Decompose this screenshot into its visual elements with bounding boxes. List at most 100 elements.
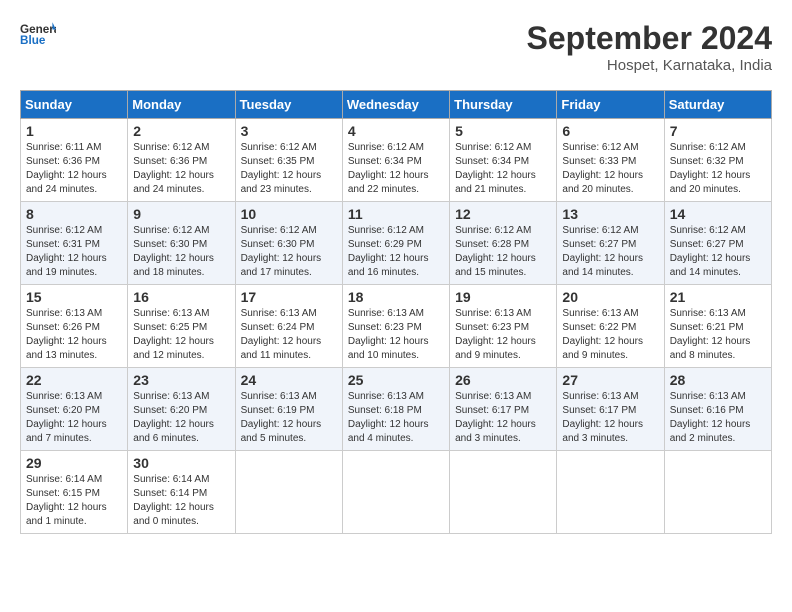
day-info: Sunrise: 6:12 AMSunset: 6:30 PMDaylight:…: [133, 224, 229, 280]
logo: General Blue: [20, 20, 56, 48]
title-block: September 2024 Hospet, Karnataka, India: [527, 20, 772, 74]
calendar-week-3: 15 Sunrise: 6:13 AMSunset: 6:26 PMDayligh…: [21, 285, 772, 368]
calendar-cell: 27 Sunrise: 6:13 AMSunset: 6:17 PMDayligh…: [557, 368, 664, 451]
day-info: Sunrise: 6:13 AMSunset: 6:17 PMDaylight:…: [562, 390, 658, 446]
day-info: Sunrise: 6:12 AMSunset: 6:35 PMDaylight:…: [241, 141, 337, 197]
calendar-cell: [235, 451, 342, 534]
day-info: Sunrise: 6:12 AMSunset: 6:27 PMDaylight:…: [670, 224, 766, 280]
day-info: Sunrise: 6:12 AMSunset: 6:28 PMDaylight:…: [455, 224, 551, 280]
day-number: 10: [241, 206, 337, 222]
col-header-friday: Friday: [557, 91, 664, 119]
col-header-monday: Monday: [128, 91, 235, 119]
col-header-sunday: Sunday: [21, 91, 128, 119]
day-number: 15: [26, 289, 122, 305]
calendar-cell: 26Sunrise: 6:13 AMSunset: 6:17 PMDayligh…: [450, 368, 557, 451]
col-header-thursday: Thursday: [450, 91, 557, 119]
day-info: Sunrise: 6:12 AMSunset: 6:34 PMDaylight:…: [348, 141, 444, 197]
calendar-cell: 11 Sunrise: 6:12 AMSunset: 6:29 PMDayligh…: [342, 202, 449, 285]
day-number: 19: [455, 289, 551, 305]
day-info: Sunrise: 6:11 AMSunset: 6:36 PMDaylight:…: [26, 141, 122, 197]
day-number: 2: [133, 123, 229, 139]
day-info: Sunrise: 6:13 AMSunset: 6:26 PMDaylight:…: [26, 307, 122, 363]
calendar-cell: 30 Sunrise: 6:14 AMSunset: 6:14 PMDayligh…: [128, 451, 235, 534]
calendar-cell: 3 Sunrise: 6:12 AMSunset: 6:35 PMDaylight…: [235, 119, 342, 202]
day-number: 7: [670, 123, 766, 139]
day-info: Sunrise: 6:13 AMSunset: 6:20 PMDaylight:…: [26, 390, 122, 446]
day-number: 11: [348, 206, 444, 222]
day-number: 30: [133, 455, 229, 471]
calendar-cell: [664, 451, 771, 534]
day-number: 18: [348, 289, 444, 305]
calendar-table: SundayMondayTuesdayWednesdayThursdayFrid…: [20, 90, 772, 534]
calendar-week-4: 22 Sunrise: 6:13 AMSunset: 6:20 PMDayligh…: [21, 368, 772, 451]
day-info: Sunrise: 6:13 AMSunset: 6:21 PMDaylight:…: [670, 307, 766, 363]
day-info: Sunrise: 6:12 AMSunset: 6:33 PMDaylight:…: [562, 141, 658, 197]
day-number: 9: [133, 206, 229, 222]
calendar-cell: 18 Sunrise: 6:13 AMSunset: 6:23 PMDayligh…: [342, 285, 449, 368]
calendar-cell: 29 Sunrise: 6:14 AMSunset: 6:15 PMDayligh…: [21, 451, 128, 534]
calendar-cell: [450, 451, 557, 534]
calendar-week-1: 1 Sunrise: 6:11 AMSunset: 6:36 PMDaylight…: [21, 119, 772, 202]
day-number: 3: [241, 123, 337, 139]
calendar-week-2: 8 Sunrise: 6:12 AMSunset: 6:31 PMDaylight…: [21, 202, 772, 285]
calendar-cell: [342, 451, 449, 534]
day-number: 13: [562, 206, 658, 222]
col-header-wednesday: Wednesday: [342, 91, 449, 119]
day-info: Sunrise: 6:13 AMSunset: 6:17 PMDaylight:…: [455, 390, 551, 446]
calendar-cell: 14 Sunrise: 6:12 AMSunset: 6:27 PMDayligh…: [664, 202, 771, 285]
day-info: Sunrise: 6:13 AMSunset: 6:22 PMDaylight:…: [562, 307, 658, 363]
calendar-cell: 15 Sunrise: 6:13 AMSunset: 6:26 PMDayligh…: [21, 285, 128, 368]
day-number: 8: [26, 206, 122, 222]
day-number: 20: [562, 289, 658, 305]
calendar-cell: 22 Sunrise: 6:13 AMSunset: 6:20 PMDayligh…: [21, 368, 128, 451]
day-info: Sunrise: 6:12 AMSunset: 6:29 PMDaylight:…: [348, 224, 444, 280]
month-title: September 2024: [527, 20, 772, 57]
day-number: 28: [670, 372, 766, 388]
calendar-cell: 20 Sunrise: 6:13 AMSunset: 6:22 PMDayligh…: [557, 285, 664, 368]
day-number: 21: [670, 289, 766, 305]
day-info: Sunrise: 6:13 AMSunset: 6:16 PMDaylight:…: [670, 390, 766, 446]
day-info: Sunrise: 6:14 AMSunset: 6:14 PMDaylight:…: [133, 473, 229, 529]
day-number: 29: [26, 455, 122, 471]
day-info: Sunrise: 6:12 AMSunset: 6:27 PMDaylight:…: [562, 224, 658, 280]
calendar-cell: 17Sunrise: 6:13 AMSunset: 6:24 PMDayligh…: [235, 285, 342, 368]
day-number: 27: [562, 372, 658, 388]
day-number: 23: [133, 372, 229, 388]
header-row: SundayMondayTuesdayWednesdayThursdayFrid…: [21, 91, 772, 119]
day-number: 22: [26, 372, 122, 388]
day-info: Sunrise: 6:13 AMSunset: 6:24 PMDaylight:…: [241, 307, 337, 363]
day-info: Sunrise: 6:13 AMSunset: 6:20 PMDaylight:…: [133, 390, 229, 446]
logo-icon: General Blue: [20, 20, 56, 48]
day-number: 4: [348, 123, 444, 139]
day-info: Sunrise: 6:13 AMSunset: 6:23 PMDaylight:…: [348, 307, 444, 363]
day-info: Sunrise: 6:13 AMSunset: 6:23 PMDaylight:…: [455, 307, 551, 363]
day-number: 1: [26, 123, 122, 139]
col-header-tuesday: Tuesday: [235, 91, 342, 119]
location: Hospet, Karnataka, India: [527, 57, 772, 74]
day-info: Sunrise: 6:12 AMSunset: 6:34 PMDaylight:…: [455, 141, 551, 197]
day-info: Sunrise: 6:13 AMSunset: 6:19 PMDaylight:…: [241, 390, 337, 446]
day-info: Sunrise: 6:12 AMSunset: 6:36 PMDaylight:…: [133, 141, 229, 197]
calendar-cell: 6 Sunrise: 6:12 AMSunset: 6:33 PMDaylight…: [557, 119, 664, 202]
calendar-cell: 25 Sunrise: 6:13 AMSunset: 6:18 PMDayligh…: [342, 368, 449, 451]
calendar-cell: 1 Sunrise: 6:11 AMSunset: 6:36 PMDaylight…: [21, 119, 128, 202]
calendar-cell: 5Sunrise: 6:12 AMSunset: 6:34 PMDaylight…: [450, 119, 557, 202]
calendar-cell: [557, 451, 664, 534]
day-info: Sunrise: 6:13 AMSunset: 6:25 PMDaylight:…: [133, 307, 229, 363]
calendar-cell: 23 Sunrise: 6:13 AMSunset: 6:20 PMDayligh…: [128, 368, 235, 451]
day-info: Sunrise: 6:12 AMSunset: 6:30 PMDaylight:…: [241, 224, 337, 280]
day-number: 25: [348, 372, 444, 388]
day-number: 16: [133, 289, 229, 305]
day-info: Sunrise: 6:13 AMSunset: 6:18 PMDaylight:…: [348, 390, 444, 446]
day-info: Sunrise: 6:12 AMSunset: 6:32 PMDaylight:…: [670, 141, 766, 197]
page-header: General Blue September 2024 Hospet, Karn…: [20, 20, 772, 74]
calendar-cell: 10 Sunrise: 6:12 AMSunset: 6:30 PMDayligh…: [235, 202, 342, 285]
calendar-cell: 7 Sunrise: 6:12 AMSunset: 6:32 PMDaylight…: [664, 119, 771, 202]
day-info: Sunrise: 6:14 AMSunset: 6:15 PMDaylight:…: [26, 473, 122, 529]
day-number: 14: [670, 206, 766, 222]
day-info: Sunrise: 6:12 AMSunset: 6:31 PMDaylight:…: [26, 224, 122, 280]
calendar-cell: 19 Sunrise: 6:13 AMSunset: 6:23 PMDayligh…: [450, 285, 557, 368]
calendar-cell: 21 Sunrise: 6:13 AMSunset: 6:21 PMDayligh…: [664, 285, 771, 368]
day-number: 6: [562, 123, 658, 139]
calendar-cell: 24Sunrise: 6:13 AMSunset: 6:19 PMDayligh…: [235, 368, 342, 451]
